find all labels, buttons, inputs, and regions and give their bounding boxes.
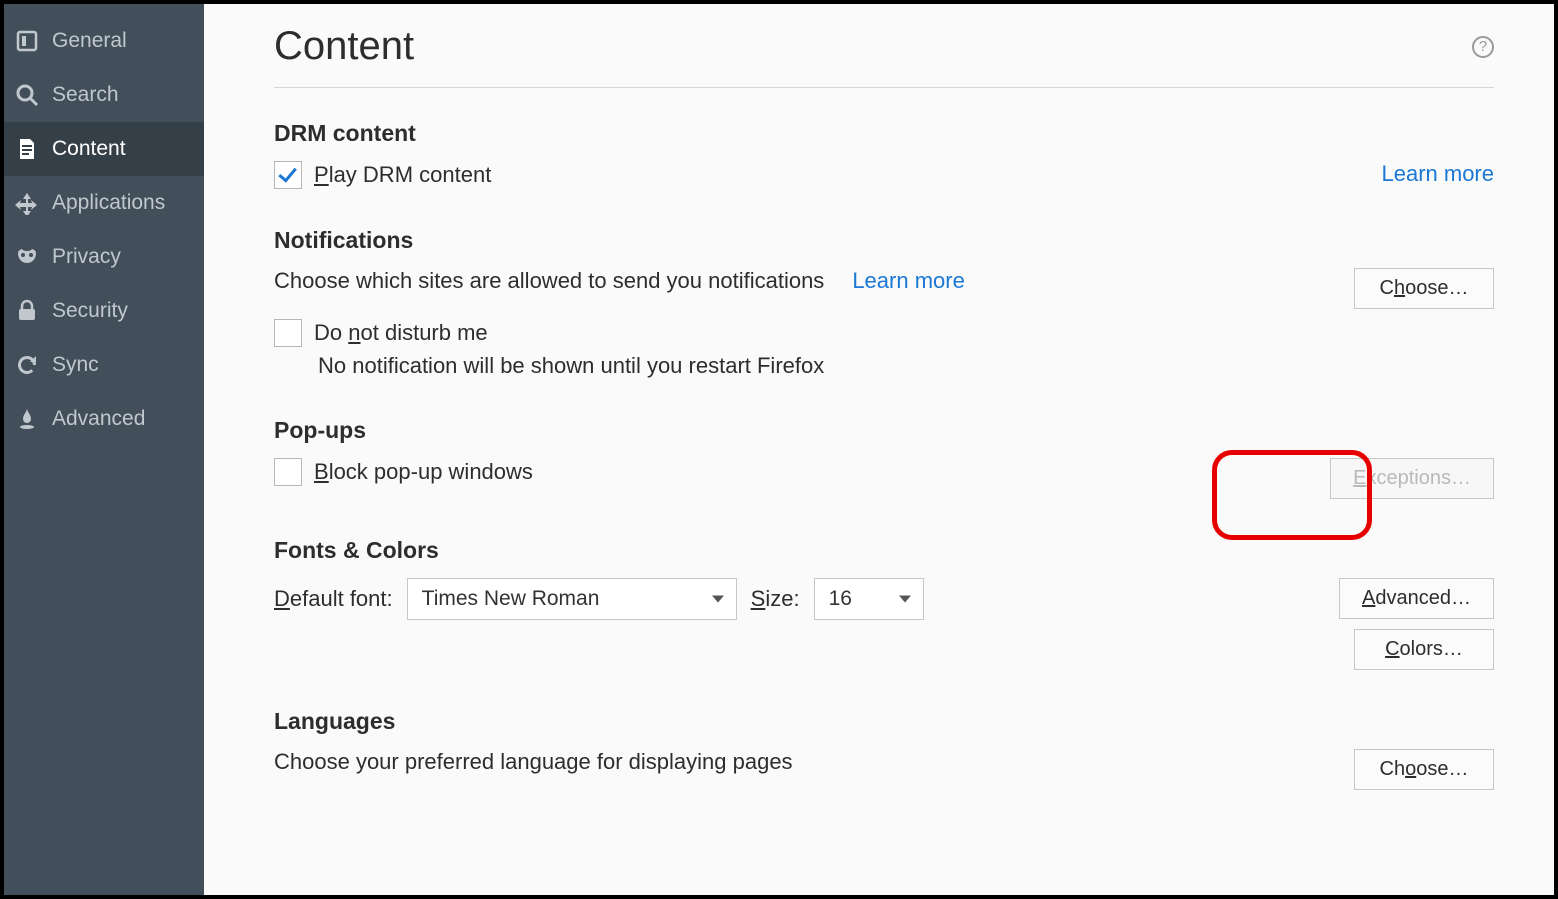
languages-desc: Choose your preferred language for displ… xyxy=(274,749,793,775)
sidebar-item-label: Search xyxy=(52,83,119,107)
section-drm: DRM content Play DRM content Learn more xyxy=(274,120,1494,189)
label-default-font: Default font: xyxy=(274,586,393,612)
page-title: Content xyxy=(274,24,414,69)
button-notifications-choose[interactable]: Choose… xyxy=(1354,268,1494,309)
section-fonts-colors: Fonts & Colors Default font: Times New R… xyxy=(274,537,1494,670)
button-fonts-advanced[interactable]: Advanced… xyxy=(1339,578,1494,619)
checkbox-block-popups[interactable] xyxy=(274,458,302,486)
help-icon[interactable]: ? xyxy=(1472,36,1494,58)
general-icon xyxy=(14,28,40,54)
sidebar-item-applications[interactable]: Applications xyxy=(4,176,204,230)
sidebar-item-search[interactable]: Search xyxy=(4,68,204,122)
content-icon xyxy=(14,136,40,162)
link-notifications-learn-more[interactable]: Learn more xyxy=(852,268,965,294)
sidebar-item-general[interactable]: General xyxy=(4,14,204,68)
label-play-drm: Play DRM content xyxy=(314,162,491,188)
select-font-size[interactable]: 16 xyxy=(814,578,924,620)
sidebar-item-label: Privacy xyxy=(52,245,121,269)
sidebar-item-label: Advanced xyxy=(52,407,145,431)
sync-icon xyxy=(14,352,40,378)
section-popups: Pop-ups Block pop-up windows Exceptions… xyxy=(274,417,1494,499)
sidebar-item-privacy[interactable]: Privacy xyxy=(4,230,204,284)
do-not-disturb-sub: No notification will be shown until you … xyxy=(318,353,1494,379)
label-size: Size: xyxy=(751,586,800,612)
section-title-languages: Languages xyxy=(274,708,1494,735)
select-default-font[interactable]: Times New Roman xyxy=(407,578,737,620)
label-block-popups: Block pop-up windows xyxy=(314,459,533,485)
link-drm-learn-more[interactable]: Learn more xyxy=(1381,161,1494,187)
section-title-drm: DRM content xyxy=(274,120,1494,147)
section-title-fonts: Fonts & Colors xyxy=(274,537,1494,564)
advanced-icon xyxy=(14,406,40,432)
privacy-icon xyxy=(14,244,40,270)
security-icon xyxy=(14,298,40,324)
notifications-desc: Choose which sites are allowed to send y… xyxy=(274,268,824,294)
button-languages-choose[interactable]: Choose… xyxy=(1354,749,1494,790)
sidebar-item-content[interactable]: Content xyxy=(4,122,204,176)
sidebar-item-label: Security xyxy=(52,299,128,323)
sidebar-item-advanced[interactable]: Advanced xyxy=(4,392,204,446)
sidebar-item-sync[interactable]: Sync xyxy=(4,338,204,392)
section-title-notifications: Notifications xyxy=(274,227,1494,254)
section-notifications: Notifications Choose which sites are all… xyxy=(274,227,1494,379)
sidebar: General Search Content Applications Priv… xyxy=(4,4,204,895)
button-popups-exceptions: Exceptions… xyxy=(1330,458,1494,499)
checkbox-play-drm[interactable] xyxy=(274,161,302,189)
section-title-popups: Pop-ups xyxy=(274,417,1494,444)
sidebar-item-label: Applications xyxy=(52,191,165,215)
checkbox-do-not-disturb[interactable] xyxy=(274,319,302,347)
sidebar-item-label: General xyxy=(52,29,127,53)
label-do-not-disturb: Do not disturb me xyxy=(314,320,488,346)
applications-icon xyxy=(14,190,40,216)
main-content: Content ? DRM content Play DRM content L… xyxy=(204,4,1554,895)
search-icon xyxy=(14,82,40,108)
button-colors[interactable]: Colors… xyxy=(1354,629,1494,670)
sidebar-item-label: Sync xyxy=(52,353,99,377)
sidebar-item-label: Content xyxy=(52,137,126,161)
section-languages: Languages Choose your preferred language… xyxy=(274,708,1494,790)
sidebar-item-security[interactable]: Security xyxy=(4,284,204,338)
